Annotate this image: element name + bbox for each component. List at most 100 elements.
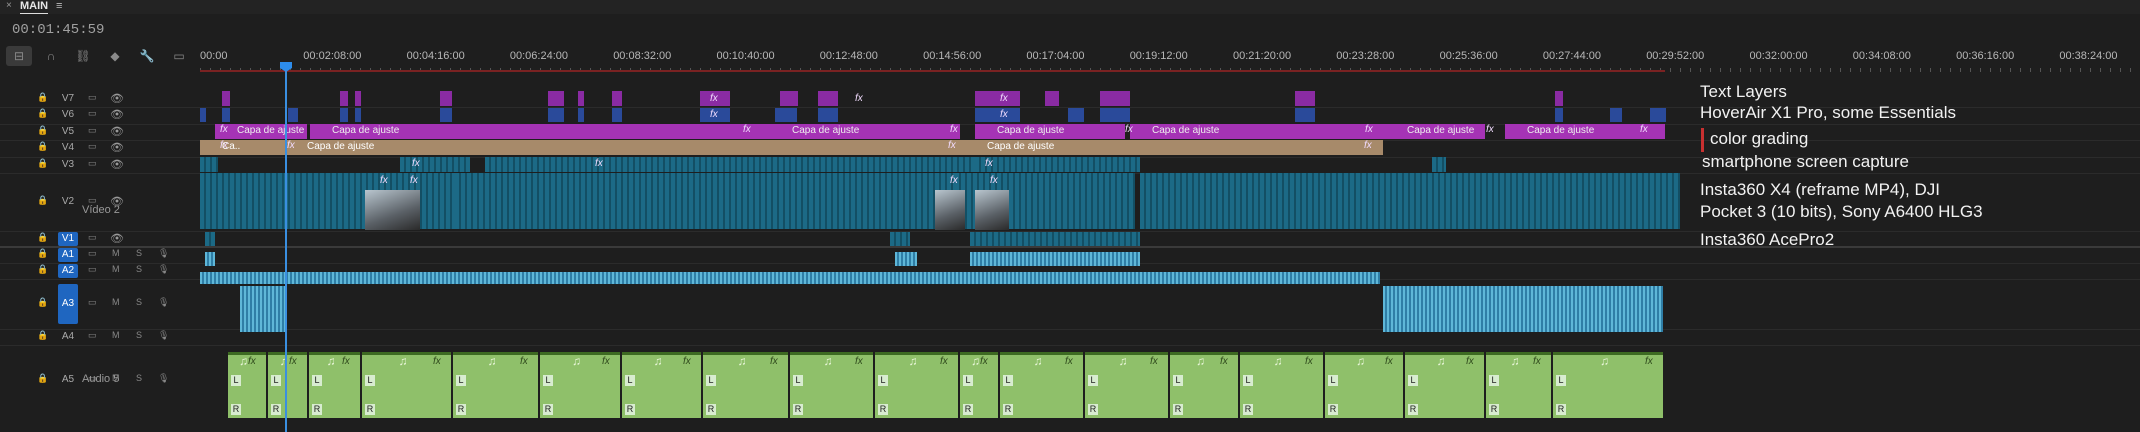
- clip-v7[interactable]: [440, 91, 452, 106]
- adjustment-clip-v5[interactable]: Capa de ajuste: [310, 124, 775, 139]
- toggle-output-eye-icon[interactable]: 👁: [110, 92, 124, 105]
- clip-a1[interactable]: [895, 252, 917, 266]
- clip-v7[interactable]: [780, 91, 798, 106]
- music-clip-a5[interactable]: ♫ fx L R: [453, 352, 538, 418]
- track-target-V5[interactable]: V5: [58, 125, 78, 139]
- clip-v3[interactable]: [665, 157, 975, 172]
- captions-icon[interactable]: ▭: [166, 46, 192, 66]
- music-clip-a5[interactable]: ♫ fx L R: [268, 352, 307, 418]
- clip-a3[interactable]: [240, 286, 285, 332]
- panel-menu-icon[interactable]: ≡: [56, 0, 62, 12]
- sync-lock-icon[interactable]: ▭: [88, 248, 97, 259]
- music-clip-a5[interactable]: ♫ fx L R: [1085, 352, 1168, 418]
- insert-sequence-icon[interactable]: ⊟: [6, 46, 32, 66]
- music-clip-a5[interactable]: ♫ fx L R: [1325, 352, 1403, 418]
- adjustment-clip-v5[interactable]: Capa de ajuste: [215, 124, 307, 139]
- clip-v6[interactable]: [1295, 108, 1315, 122]
- sync-lock-icon[interactable]: ▭: [88, 125, 97, 136]
- lock-icon[interactable]: 🔒: [37, 232, 48, 243]
- music-clip-a5[interactable]: ♫ fx L R: [362, 352, 451, 418]
- clip-v7[interactable]: [1045, 91, 1059, 106]
- clip-v3[interactable]: [485, 157, 665, 172]
- sync-lock-icon[interactable]: ▭: [88, 264, 97, 275]
- clip-v6[interactable]: [818, 108, 838, 122]
- sync-lock-icon[interactable]: ▭: [88, 158, 97, 169]
- clip-a3[interactable]: [1383, 286, 1663, 332]
- clip-v6[interactable]: [578, 108, 584, 122]
- clip-a1[interactable]: [970, 252, 1140, 266]
- music-clip-a5[interactable]: ♫ fx L R: [1405, 352, 1484, 418]
- track-target-A5[interactable]: A5: [58, 373, 78, 387]
- track-target-A2[interactable]: A2: [58, 264, 78, 278]
- sync-lock-icon[interactable]: ▭: [88, 108, 97, 119]
- clip-v7[interactable]: [340, 91, 348, 106]
- adjustment-clip-v4[interactable]: Capa de ajuste: [285, 140, 965, 155]
- track-target-V3[interactable]: V3: [58, 158, 78, 172]
- lock-icon[interactable]: 🔒: [37, 248, 48, 259]
- clip-v6[interactable]: [548, 108, 564, 122]
- clip-v6[interactable]: [612, 108, 622, 122]
- clip-v6[interactable]: [340, 108, 348, 122]
- track-target-A3[interactable]: A3: [58, 284, 78, 324]
- solo-button[interactable]: S: [136, 297, 142, 307]
- lock-icon[interactable]: 🔒: [37, 141, 48, 152]
- clip-v7[interactable]: [1100, 91, 1124, 106]
- clip-v6[interactable]: [1610, 108, 1622, 122]
- clip-v6[interactable]: [1100, 108, 1124, 122]
- toggle-output-eye-icon[interactable]: 👁: [110, 108, 124, 121]
- lock-icon[interactable]: 🔒: [37, 158, 48, 169]
- toggle-output-eye-icon[interactable]: 👁: [110, 158, 124, 171]
- clip-v7[interactable]: [222, 91, 230, 106]
- track-target-A1[interactable]: A1: [58, 248, 78, 262]
- track-target-V6[interactable]: V6: [58, 108, 78, 122]
- clip-v2[interactable]: [455, 173, 605, 229]
- clip-v2[interactable]: [605, 173, 955, 229]
- track-target-A4[interactable]: A4: [58, 330, 78, 344]
- mute-button[interactable]: M: [112, 297, 120, 307]
- clip-v7[interactable]: [1295, 91, 1315, 106]
- clip-v6[interactable]: [1650, 108, 1666, 122]
- adjustment-clip-v4[interactable]: Capa de ajuste: [965, 140, 1383, 155]
- lock-icon[interactable]: 🔒: [37, 195, 48, 206]
- lock-icon[interactable]: 🔒: [37, 125, 48, 136]
- music-clip-a5[interactable]: ♫ fx L R: [1000, 352, 1083, 418]
- music-clip-a5[interactable]: ♫ fx L R: [1553, 352, 1663, 418]
- solo-button[interactable]: S: [136, 264, 142, 274]
- mute-button[interactable]: M: [112, 264, 120, 274]
- sync-lock-icon[interactable]: ▭: [88, 141, 97, 152]
- playhead-timecode[interactable]: 00:01:45:59: [12, 22, 104, 38]
- add-marker-icon[interactable]: ◆: [102, 46, 128, 66]
- lock-icon[interactable]: 🔒: [37, 92, 48, 103]
- lock-icon[interactable]: 🔒: [37, 108, 48, 119]
- close-tab-icon[interactable]: ×: [6, 0, 12, 12]
- snap-icon[interactable]: ∩: [38, 46, 64, 66]
- sync-lock-icon[interactable]: ▭: [88, 92, 97, 103]
- toggle-output-eye-icon[interactable]: 👁: [110, 141, 124, 154]
- lock-icon[interactable]: 🔒: [37, 264, 48, 275]
- clip-v7[interactable]: [612, 91, 622, 106]
- clip-v7[interactable]: [548, 91, 564, 106]
- clip-v6[interactable]: [440, 108, 452, 122]
- lock-icon[interactable]: 🔒: [37, 373, 48, 384]
- clip-a1[interactable]: [205, 252, 215, 266]
- clip-v6[interactable]: [288, 108, 298, 122]
- clip-v6[interactable]: [1068, 108, 1084, 122]
- toggle-output-eye-icon[interactable]: 👁: [110, 125, 124, 138]
- track-target-V7[interactable]: V7: [58, 92, 78, 106]
- voiceover-mic-icon[interactable]: 🎙: [158, 330, 169, 341]
- music-clip-a5[interactable]: ♫ fx L R: [540, 352, 620, 418]
- clip-v7[interactable]: [818, 91, 838, 106]
- solo-button[interactable]: S: [136, 248, 142, 258]
- mute-button[interactable]: M: [112, 248, 120, 258]
- music-clip-a5[interactable]: ♫ fx L R: [1486, 352, 1551, 418]
- music-clip-a5[interactable]: ♫ fx L R: [228, 352, 266, 418]
- lock-icon[interactable]: 🔒: [37, 297, 48, 308]
- clip-v6[interactable]: [200, 108, 206, 122]
- clip-v3[interactable]: [400, 157, 470, 172]
- clip-v6[interactable]: [355, 108, 361, 122]
- voiceover-mic-icon[interactable]: 🎙: [158, 248, 169, 259]
- solo-button[interactable]: S: [136, 330, 142, 340]
- adjustment-clip-v5[interactable]: Capa de ajuste: [1130, 124, 1385, 139]
- clip-v3[interactable]: [200, 157, 218, 172]
- clip-v6[interactable]: [775, 108, 797, 122]
